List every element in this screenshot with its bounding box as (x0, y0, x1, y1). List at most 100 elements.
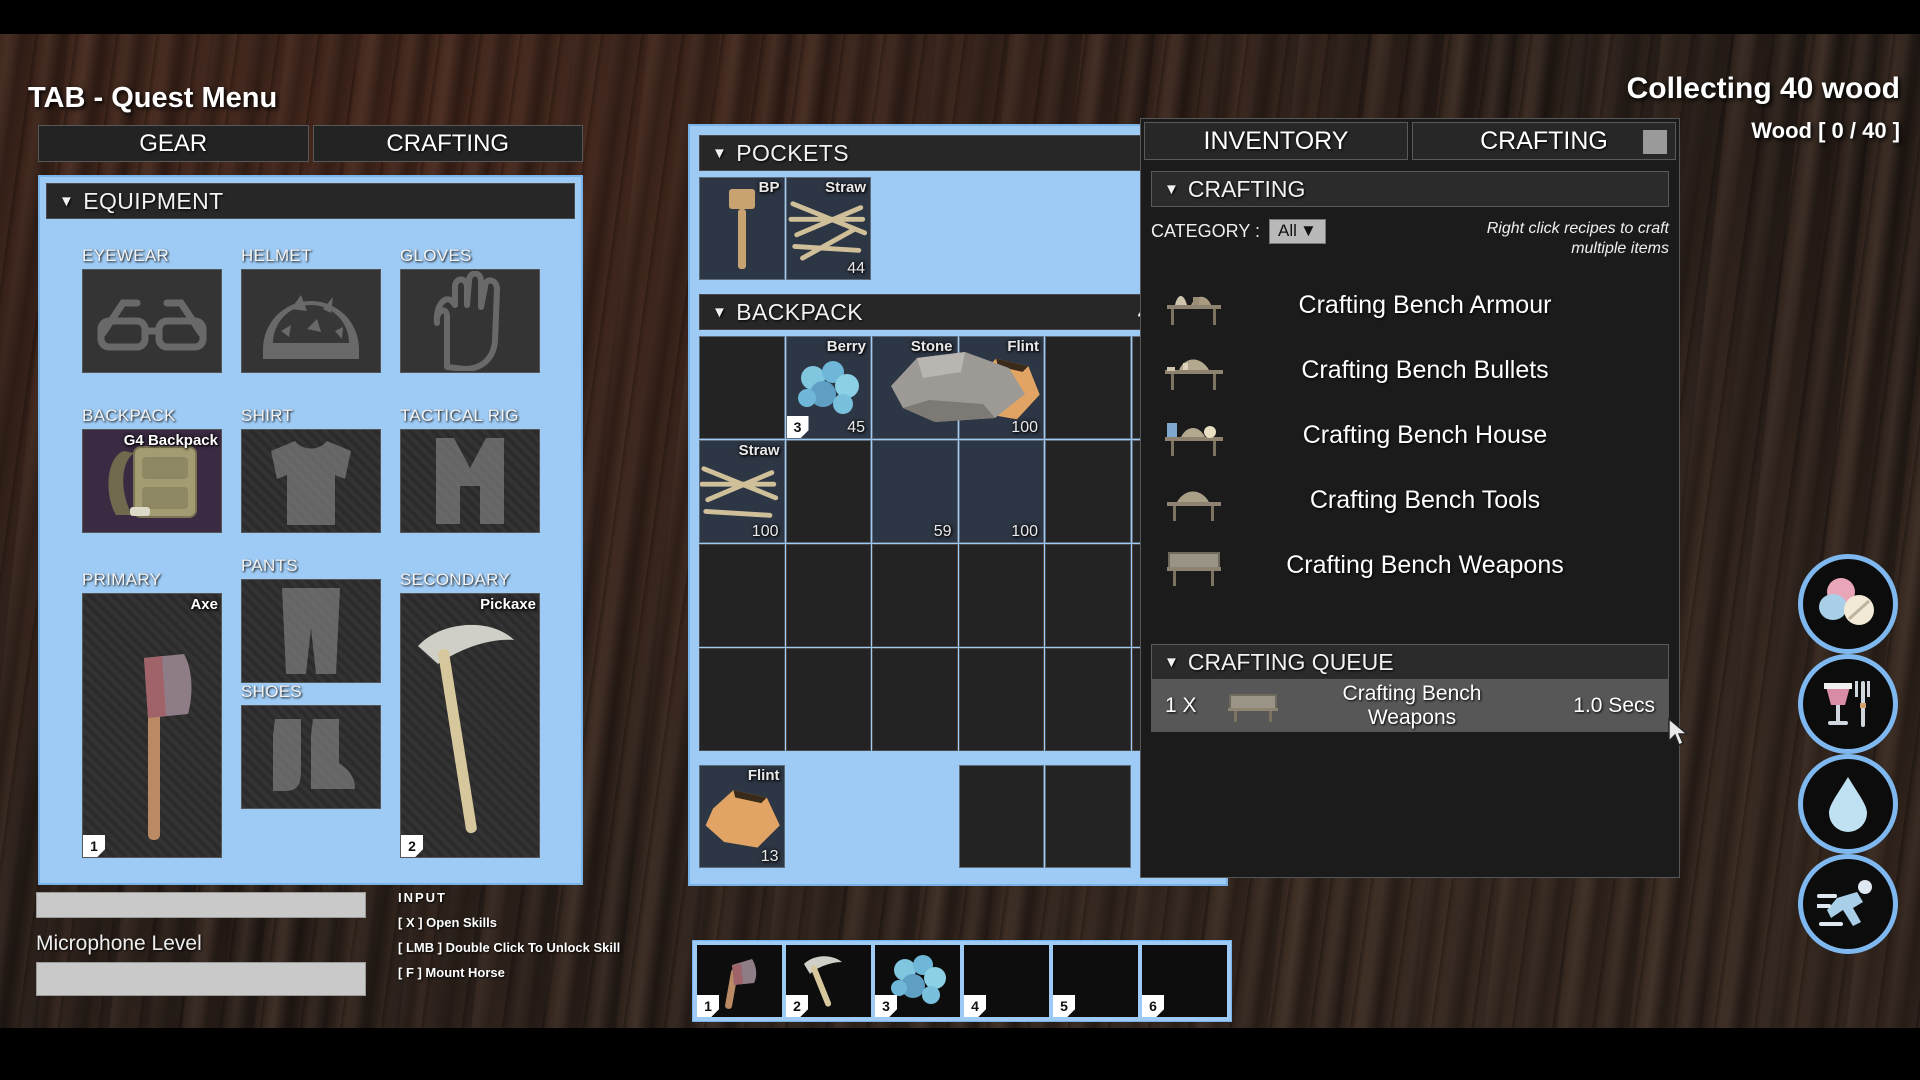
recipe-row[interactable]: Crafting Bench Tools (1151, 468, 1669, 533)
equip-box-helmet[interactable] (241, 269, 381, 373)
recipe-row[interactable]: Crafting Bench Weapons (1151, 533, 1669, 598)
medicine-icon[interactable] (1802, 558, 1894, 650)
queue-row[interactable]: 1 X Crafting Bench Weapons 1.0 Secs (1151, 680, 1669, 732)
input-hint-line: [ F ] Mount Horse (398, 965, 620, 980)
backpack-slot-4[interactable]: Flint 100 (959, 336, 1045, 439)
equip-box-shirt[interactable] (241, 429, 381, 533)
loose-slot-5[interactable] (1045, 765, 1131, 868)
shirt-icon (259, 435, 363, 527)
hotbar-slot-2[interactable]: 2 (786, 945, 871, 1017)
crafting-queue-header[interactable]: ▼ CRAFTING QUEUE (1151, 644, 1669, 680)
backpack-slot-13[interactable] (699, 544, 785, 647)
backpack-slot-19[interactable] (699, 648, 785, 751)
backpack-slot-1[interactable] (699, 336, 785, 439)
backpack-header-label: BACKPACK (736, 299, 863, 326)
close-icon[interactable] (1643, 130, 1667, 154)
equip-box-gloves[interactable] (400, 269, 540, 373)
equip-box-shoes[interactable] (241, 705, 381, 809)
pocket-slot-4[interactable] (959, 177, 1045, 280)
loose-slot-4[interactable] (959, 765, 1045, 868)
tab-gear[interactable]: GEAR (38, 125, 309, 162)
pocket-slot-5[interactable] (1045, 177, 1131, 280)
equip-slot-gloves[interactable]: GLOVES (400, 246, 540, 373)
hotbar-slot-4[interactable]: 4 (964, 945, 1049, 1017)
equip-box-backpack[interactable]: G4 Backpack (82, 429, 222, 533)
water-icon[interactable] (1802, 758, 1894, 850)
tab-crafting[interactable]: CRAFTING (1412, 122, 1676, 160)
tab-inventory[interactable]: INVENTORY (1144, 122, 1408, 160)
recipe-name: Crafting Bench Tools (1233, 486, 1665, 515)
recipe-row[interactable]: Crafting Bench House (1151, 403, 1669, 468)
backpack-slot-15[interactable] (872, 544, 958, 647)
equip-box-secondary[interactable]: Pickaxe 2 (400, 593, 540, 858)
pocket-slot-2[interactable]: Straw 44 (786, 177, 872, 280)
letterbox-top (0, 0, 1920, 34)
equip-slot-label: GLOVES (400, 246, 540, 266)
item-name: Flint (748, 767, 780, 784)
equip-slot-secondary[interactable]: SECONDARY Pickaxe 2 (400, 570, 540, 858)
letterbox-bottom (0, 1028, 1920, 1080)
master-volume-slider[interactable] (36, 892, 366, 918)
backpack-slot-20[interactable] (786, 648, 872, 751)
backpack-slot-23[interactable] (1045, 648, 1131, 751)
backpack-slot-16[interactable] (959, 544, 1045, 647)
chevron-down-icon: ▼ (1164, 181, 1179, 198)
equip-slot-shirt[interactable]: SHIRT (241, 406, 381, 533)
equip-slot-shoes[interactable]: SHOES (241, 682, 381, 809)
equip-slot-primary[interactable]: PRIMARY Axe 1 (82, 570, 222, 858)
backpack-slot-7[interactable]: Straw 100 (699, 440, 785, 543)
food-drink-icon[interactable] (1802, 658, 1894, 750)
backpack-slot-5[interactable] (1045, 336, 1131, 439)
tab-crafting-left[interactable]: CRAFTING (313, 125, 584, 162)
crafting-section-header[interactable]: ▼ CRAFTING (1151, 171, 1669, 207)
backpack-slot-17[interactable] (1045, 544, 1131, 647)
equip-slot-backpack[interactable]: BACKPACK G4 Backpack (82, 406, 222, 533)
hotbar-slot-5[interactable]: 5 (1053, 945, 1138, 1017)
backpack-slot-8[interactable] (786, 440, 872, 543)
backpack-slot-22[interactable] (959, 648, 1045, 751)
pants-icon (272, 584, 350, 678)
axe-icon (714, 951, 766, 1011)
equip-slot-helmet[interactable]: HELMET (241, 246, 381, 373)
equipment-section-header[interactable]: ▼ EQUIPMENT (46, 183, 575, 219)
equip-slot-pants[interactable]: PANTS (241, 556, 381, 683)
pocket-slot-3[interactable] (872, 177, 958, 280)
loose-slot-3[interactable] (872, 765, 958, 868)
input-hints: INPUT [ X ] Open Skills [ LMB ] Double C… (398, 890, 620, 980)
backpack-slot-11[interactable] (1045, 440, 1131, 543)
backpack-slot-3[interactable]: Stone (872, 336, 958, 439)
equip-slot-tactical-rig[interactable]: TACTICAL RIG (400, 406, 540, 533)
bench-tools-icon (1155, 480, 1233, 522)
category-group: CATEGORY : All ▼ (1151, 219, 1326, 244)
equip-box-tactical-rig[interactable] (400, 429, 540, 533)
item-qty: 100 (1011, 523, 1038, 541)
backpack-slot-10[interactable]: 100 (959, 440, 1045, 543)
page-title: TAB - Quest Menu (28, 82, 277, 115)
chevron-down-icon: ▼ (59, 193, 74, 210)
equip-box-eyewear[interactable] (82, 269, 222, 373)
recipe-row[interactable]: Crafting Bench Bullets (1151, 338, 1669, 403)
crafting-hint: Right click recipes to craft multiple it… (1429, 219, 1669, 259)
hotbar-slot-6[interactable]: 6 (1142, 945, 1227, 1017)
equip-slot-label: HELMET (241, 246, 381, 266)
pockets-header-label: POCKETS (736, 140, 849, 167)
loose-slot-2[interactable] (786, 765, 872, 868)
microphone-level-slider[interactable] (36, 962, 366, 996)
equip-box-primary[interactable]: Axe 1 (82, 593, 222, 858)
category-select[interactable]: All ▼ (1269, 219, 1326, 244)
equip-box-pants[interactable] (241, 579, 381, 683)
input-hints-title: INPUT (398, 890, 620, 905)
crafting-window: INVENTORY CRAFTING ▼ CRAFTING CATEGORY :… (1140, 118, 1680, 878)
pocket-slot-1[interactable]: BP (699, 177, 785, 280)
backpack-slot-21[interactable] (872, 648, 958, 751)
backpack-slot-9[interactable]: 59 (872, 440, 958, 543)
backpack-slot-2[interactable]: Berry 3 45 (786, 336, 872, 439)
hotbar-slot-3[interactable]: 3 (875, 945, 960, 1017)
equip-slot-eyewear[interactable]: EYEWEAR (82, 246, 222, 373)
stamina-run-icon[interactable] (1802, 858, 1894, 950)
recipe-name: Crafting Bench Weapons (1233, 551, 1665, 580)
loose-slot-flint[interactable]: Flint 13 (699, 765, 785, 868)
backpack-slot-14[interactable] (786, 544, 872, 647)
recipe-row[interactable]: Crafting Bench Armour (1151, 273, 1669, 338)
hotbar-slot-1[interactable]: 1 (697, 945, 782, 1017)
